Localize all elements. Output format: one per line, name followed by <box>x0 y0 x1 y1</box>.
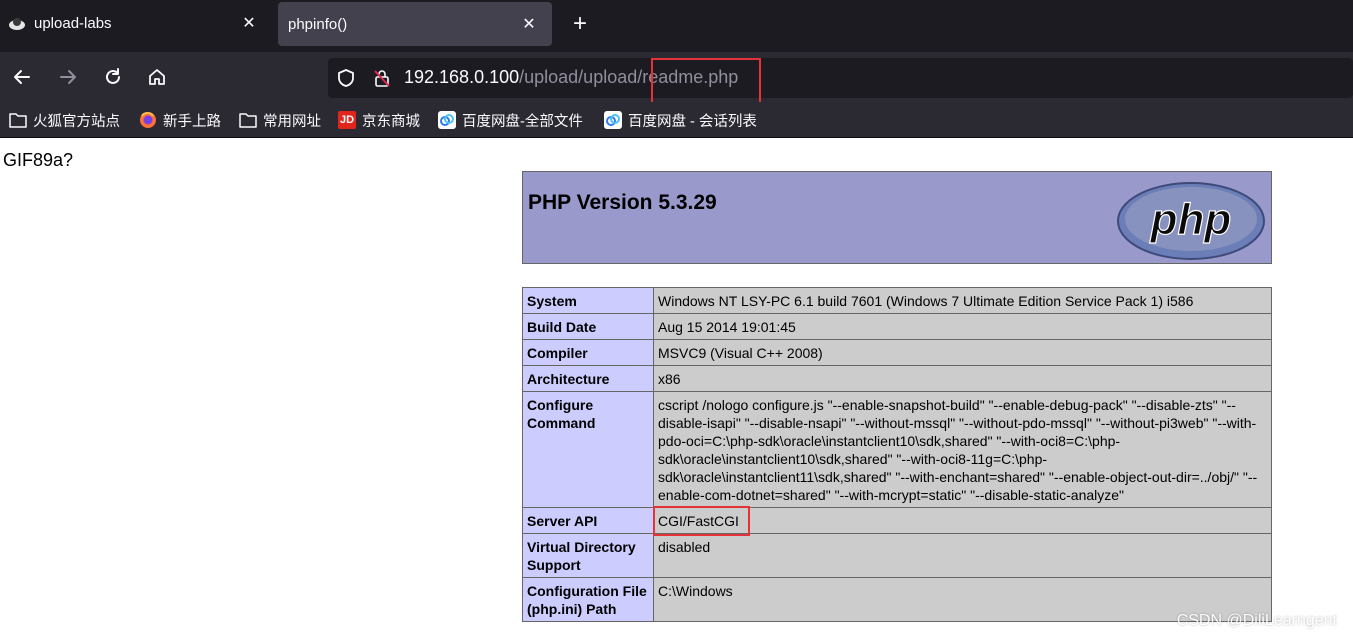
gif-header-text: GIF89a? <box>3 150 74 170</box>
row-value: cscript /nologo configure.js "--enable-s… <box>653 391 1272 508</box>
forward-arrow-icon <box>60 70 76 84</box>
firefox-icon <box>139 111 157 129</box>
row-key: Compiler <box>522 339 654 366</box>
close-tab-icon[interactable]: ✕ <box>238 12 260 34</box>
bookmark-item[interactable]: 新手上路 <box>139 109 221 131</box>
row-value: Aug 15 2014 19:01:45 <box>653 313 1272 340</box>
php-logo-icon[interactable]: php <box>1116 181 1266 261</box>
tab-title: upload-labs <box>34 14 112 32</box>
bookmark-item[interactable]: 百度网盘 - 会话列表 <box>604 109 757 131</box>
row-value: x86 <box>653 365 1272 392</box>
table-row: System Windows NT LSY-PC 6.1 build 7601 … <box>522 287 1272 314</box>
table-row: Configure Command cscript /nologo config… <box>522 391 1272 508</box>
row-value: disabled <box>653 533 1272 578</box>
insecure-lock-icon[interactable] <box>372 68 392 93</box>
forward-button[interactable] <box>54 63 82 91</box>
folder-icon <box>9 111 27 129</box>
phpinfo-table: System Windows NT LSY-PC 6.1 build 7601 … <box>522 287 1272 622</box>
bookmark-item[interactable]: 常用网址 <box>239 109 321 131</box>
reload-button[interactable] <box>99 63 127 91</box>
row-key: Build Date <box>522 313 654 340</box>
navigation-toolbar: 192.168.0.100/upload/upload/readme.php <box>0 52 1353 106</box>
bookmark-item[interactable]: 百度网盘-全部文件 <box>438 109 583 131</box>
home-icon <box>149 69 165 85</box>
row-key: Configuration File (php.ini) Path <box>522 577 654 622</box>
shield-icon[interactable] <box>336 68 356 93</box>
table-row: Compiler MSVC9 (Visual C++ 2008) <box>522 339 1272 366</box>
close-tab-icon[interactable]: ✕ <box>518 13 540 35</box>
server-api-value: CGI/FastCGI <box>653 506 750 536</box>
bookmark-label: 百度网盘 - 会话列表 <box>628 113 757 130</box>
csdn-watermark: CSDN @DiliLearngent <box>1176 612 1337 629</box>
table-row: Configuration File (php.ini) Path C:\Win… <box>522 577 1272 622</box>
upload-labs-favicon-icon <box>8 14 26 32</box>
bookmark-item[interactable]: 火狐官方站点 <box>9 109 120 131</box>
bookmark-label: 常用网址 <box>263 113 321 130</box>
table-row: Build Date Aug 15 2014 19:01:45 <box>522 313 1272 340</box>
jd-icon: JD <box>338 111 356 129</box>
row-key: Server API <box>522 507 654 534</box>
url-host: 192.168.0.100 <box>404 67 520 87</box>
tab-strip: upload-labs ✕ phpinfo() ✕ + <box>0 0 1353 52</box>
home-button[interactable] <box>143 63 171 91</box>
row-value-server-api: CGI/FastCGI <box>653 506 1272 536</box>
bookmark-item[interactable]: JD 京东商城 <box>338 109 420 131</box>
bookmark-label: 百度网盘-全部文件 <box>462 113 583 130</box>
tab-phpinfo[interactable]: phpinfo() ✕ <box>278 2 552 46</box>
bookmarks-toolbar: 火狐官方站点 新手上路 常用网址 JD 京东商城 百度网盘-全部文件 百度网盘 … <box>0 102 1353 138</box>
php-logo-text: php <box>1150 195 1232 244</box>
php-version-title: PHP Version 5.3.29 <box>528 191 717 214</box>
table-row: Architecture x86 <box>522 365 1272 392</box>
annotation-highlight-box <box>653 506 750 536</box>
url-path: /upload/upload/ <box>519 67 643 87</box>
folder-icon <box>239 111 257 129</box>
row-value: MSVC9 (Visual C++ 2008) <box>653 339 1272 366</box>
back-arrow-icon <box>14 70 30 84</box>
url-bar[interactable]: 192.168.0.100/upload/upload/readme.php <box>328 58 1353 106</box>
reload-icon <box>106 68 120 84</box>
row-key: System <box>522 287 654 314</box>
bookmark-label: 京东商城 <box>362 113 420 130</box>
row-value: Windows NT LSY-PC 6.1 build 7601 (Window… <box>653 287 1272 314</box>
phpinfo-header: PHP Version 5.3.29 php <box>522 171 1272 264</box>
tab-upload-labs[interactable]: upload-labs ✕ <box>0 0 272 46</box>
bookmark-label: 新手上路 <box>163 113 221 130</box>
row-key: Configure Command <box>522 391 654 508</box>
annotation-highlight-box <box>651 58 761 106</box>
bookmark-label: 火狐官方站点 <box>33 113 120 130</box>
table-row: Virtual Directory Support disabled <box>522 533 1272 578</box>
baidu-netdisk-icon <box>604 111 622 129</box>
tab-title: phpinfo() <box>288 15 348 33</box>
back-button[interactable] <box>8 63 36 91</box>
row-key: Virtual Directory Support <box>522 533 654 578</box>
table-row: Server API CGI/FastCGI <box>522 506 1272 536</box>
row-key: Architecture <box>522 365 654 392</box>
baidu-netdisk-icon <box>438 111 456 129</box>
new-tab-button[interactable]: + <box>566 10 594 38</box>
